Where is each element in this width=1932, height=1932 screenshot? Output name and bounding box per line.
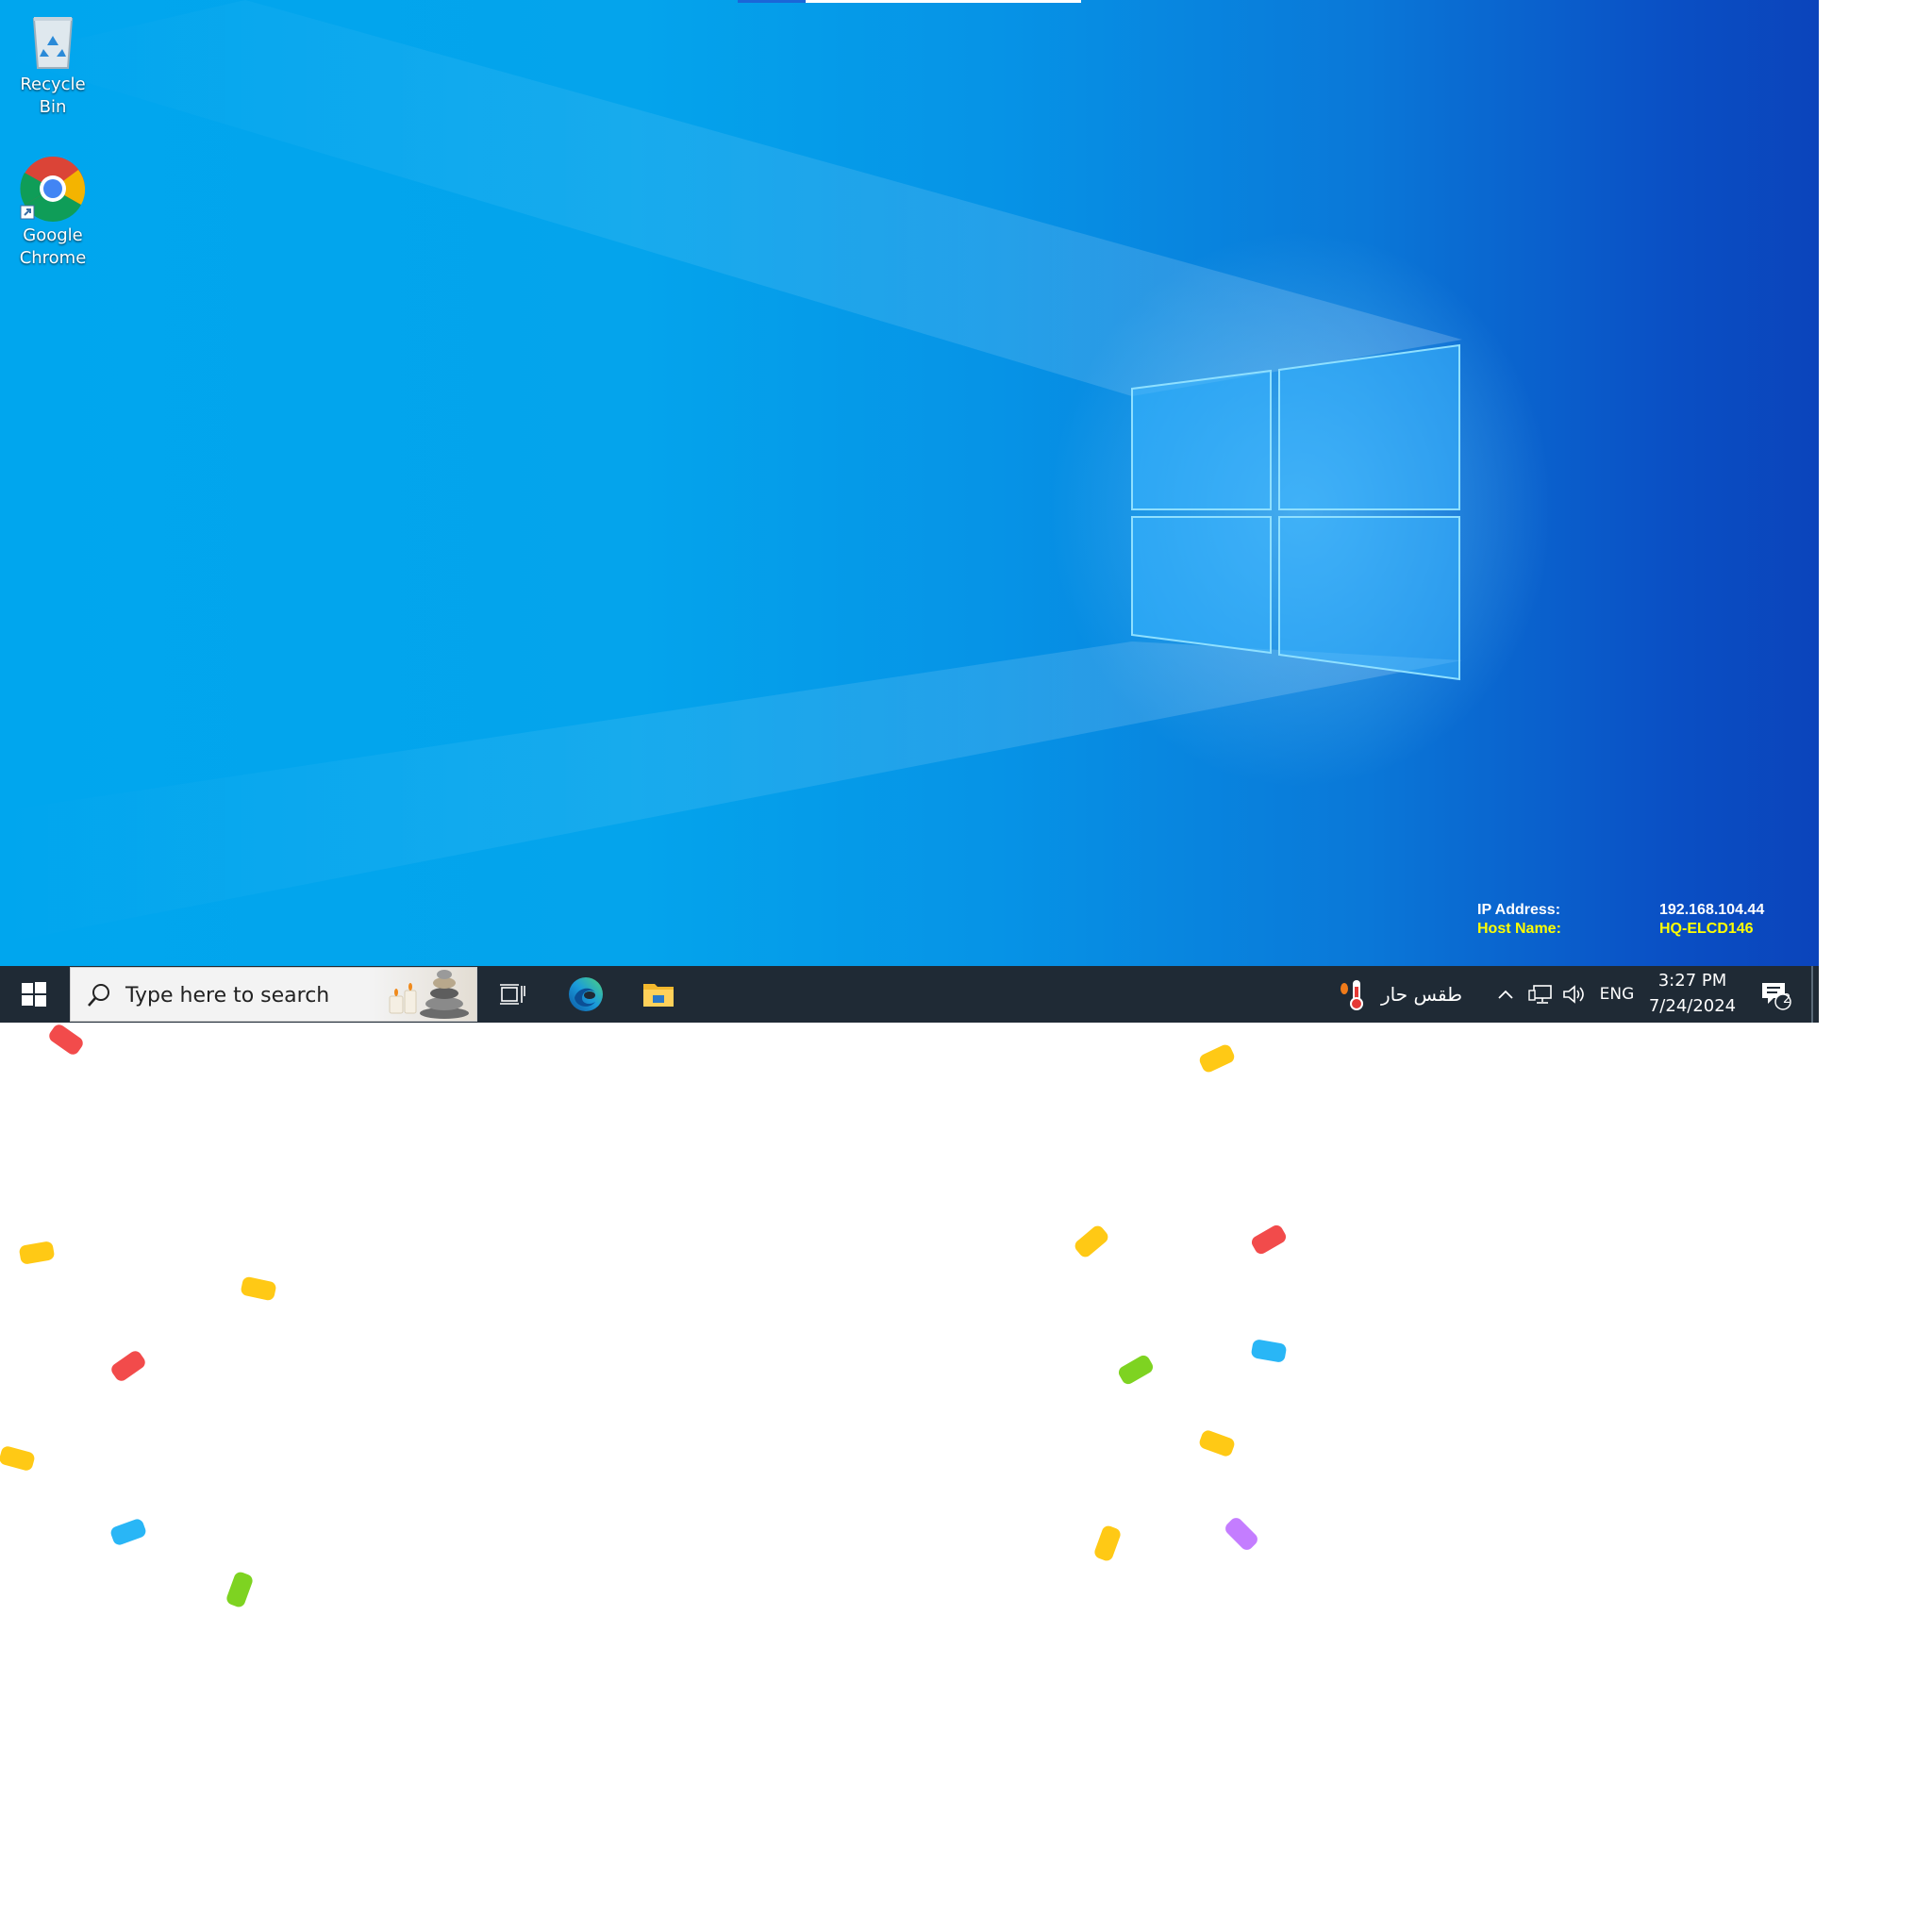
recycle-bin-icon	[32, 17, 74, 69]
clock-time: 3:27 PM	[1657, 971, 1727, 991]
ip-label: IP Address:	[1477, 902, 1561, 918]
clock-button[interactable]: 3:27 PM 7/24/2024	[1645, 966, 1740, 1023]
show-desktop-button[interactable]	[1811, 966, 1813, 1023]
input-language-button[interactable]: ENG	[1596, 966, 1638, 1023]
speaker-volume-icon	[1563, 985, 1584, 1004]
confetti-piece	[108, 1348, 148, 1384]
weather-text: طقس حار	[1381, 983, 1463, 1006]
search-highlight-stones-image	[373, 968, 476, 1021]
light-beam-bottom	[0, 641, 1462, 943]
light-beam-top	[0, 0, 1462, 396]
confetti-piece	[0, 1444, 36, 1473]
clock-date: 7/24/2024	[1648, 996, 1737, 1016]
recycle-bin-label: Recycle Bin	[20, 75, 86, 117]
start-button[interactable]	[0, 966, 68, 1023]
confetti-piece	[1249, 1223, 1289, 1257]
volume-button[interactable]	[1560, 966, 1589, 1023]
network-wired-icon	[1528, 985, 1552, 1004]
search-icon	[88, 984, 109, 1007]
confetti-piece	[225, 1570, 255, 1609]
search-placeholder: Type here to search	[125, 984, 330, 1008]
confetti-piece	[18, 1241, 56, 1265]
top-window-edge-blue	[738, 0, 806, 3]
network-button[interactable]	[1526, 966, 1555, 1023]
host-label: Host Name:	[1477, 921, 1561, 937]
edge-taskbar-button[interactable]	[562, 966, 609, 1023]
file-explorer-icon	[643, 984, 674, 1007]
windows-start-icon	[22, 982, 46, 1007]
show-hidden-icons-button[interactable]	[1492, 966, 1519, 1023]
taskbar: Type here to search طقس حار ENG 3:27 PM …	[0, 966, 1819, 1023]
file-explorer-taskbar-button[interactable]	[632, 966, 685, 1023]
confetti-piece	[1092, 1524, 1123, 1563]
notification-count-badge: 2	[1783, 992, 1791, 1007]
desktop-icon-google-chrome[interactable]: Google Chrome	[6, 155, 100, 270]
chevron-up-icon	[1498, 990, 1513, 999]
wallpaper-light-beams	[0, 0, 1462, 943]
confetti-piece	[1116, 1353, 1156, 1387]
confetti-piece	[1197, 1042, 1237, 1074]
windows-logo-wallpaper	[1131, 343, 1460, 681]
host-row: Host Name: HQ-ELCD146	[1477, 920, 1798, 939]
edge-icon	[569, 977, 603, 1011]
confetti-piece	[1072, 1223, 1111, 1260]
language-indicator: ENG	[1599, 985, 1635, 1004]
confetti-piece	[1250, 1339, 1288, 1363]
chrome-label: Google Chrome	[19, 225, 87, 268]
search-box[interactable]: Type here to search	[70, 967, 477, 1022]
task-view-icon	[500, 984, 525, 1005]
desktop-wallpaper: Recycle Bin Google Chrome IP Address: 19…	[0, 0, 1819, 966]
chrome-icon	[20, 157, 86, 222]
confetti-piece	[46, 1022, 86, 1058]
desktop-icon-recycle-bin[interactable]: Recycle Bin	[6, 9, 100, 119]
system-info-panel: IP Address: 192.168.104.44 Host Name: HQ…	[1477, 901, 1798, 939]
confetti-piece	[240, 1275, 277, 1302]
ip-value: 192.168.104.44	[1659, 902, 1765, 918]
weather-widget[interactable]: طقس حار	[1338, 966, 1472, 1023]
confetti-piece	[108, 1517, 148, 1547]
host-value: HQ-ELCD146	[1659, 921, 1754, 937]
confetti-piece	[1197, 1428, 1237, 1458]
top-window-edge-white	[806, 0, 1081, 3]
confetti-piece	[1223, 1515, 1260, 1553]
task-view-button[interactable]	[489, 966, 536, 1023]
hot-thermometer-icon	[1341, 980, 1363, 1010]
ip-row: IP Address: 192.168.104.44	[1477, 901, 1798, 920]
action-center-button[interactable]: 2	[1753, 966, 1798, 1023]
